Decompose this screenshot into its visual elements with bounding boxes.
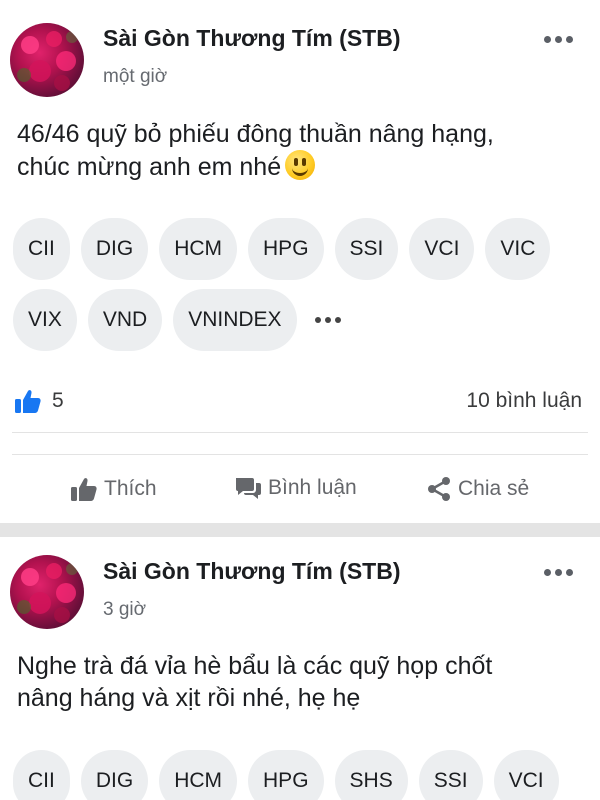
like-summary[interactable]: 5 [14,388,64,414]
news-feed: Sài Gòn Thương Tím (STB) một giờ 46/46 q… [0,0,600,800]
post-card: Sài Gòn Thương Tím (STB) 3 giờ Nghe trà … [0,537,600,800]
post-text-line: nâng háng và xịt rồi nhé, hẹ hẹ [17,684,361,712]
grinning-face-icon [285,150,316,180]
post-separator [0,523,600,537]
post-time[interactable]: 3 giờ [103,599,146,621]
comment-button-label: Bình luận [268,476,357,499]
stock-tag[interactable]: VIC [485,218,551,280]
more-options-icon[interactable] [538,557,578,587]
stock-tag[interactable]: SHS [334,750,408,800]
stock-tag[interactable]: CII [13,218,70,280]
stock-tag[interactable]: VCI [409,218,475,280]
post-text-line-with-emoji: chúc mừng anh em nhé [17,150,587,183]
more-options-icon[interactable] [538,24,578,54]
divider [12,432,588,433]
speech-bubbles-icon [236,478,261,499]
stock-tag[interactable]: HCM [159,218,238,280]
share-nodes-icon [428,477,450,501]
stock-tag[interactable]: VCI [493,750,559,800]
stock-tag[interactable]: VNINDEX [173,289,297,351]
stock-tag[interactable]: HCM [159,750,238,800]
stock-tag[interactable]: VND [87,289,163,351]
stock-tag[interactable]: CII [13,750,70,800]
post-text-line: chúc mừng anh em nhé [17,153,282,181]
post-time[interactable]: một giờ [103,66,167,88]
post-header: Sài Gòn Thương Tím (STB) 3 giờ [0,537,600,637]
more-tags-icon[interactable] [308,289,348,351]
stock-tag[interactable]: VIX [13,289,77,351]
post-body: 46/46 quỹ bỏ phiếu đông thuần nâng hạng,… [17,118,587,183]
like-count: 5 [52,389,64,412]
post-header: Sài Gòn Thương Tím (STB) một giờ [0,0,600,100]
stock-tag[interactable]: DIG [80,218,149,280]
stock-tag[interactable]: HPG [248,218,324,280]
author-name[interactable]: Sài Gòn Thương Tím (STB) [103,25,400,52]
share-button[interactable]: Chia sẻ [426,476,529,502]
comment-button[interactable]: Bình luận [234,476,357,500]
stock-tag-list: CII DIG HCM HPG SSI VCI VIC VIX VND VNIN… [13,218,590,351]
post-card: Sài Gòn Thương Tím (STB) một giờ 46/46 q… [0,0,600,523]
comment-count[interactable]: 10 bình luận [466,389,582,413]
stock-tag[interactable]: SSI [334,218,399,280]
like-button[interactable]: Thích [70,476,157,502]
stock-tag[interactable]: HPG [248,750,324,800]
stock-tag-list: CII DIG HCM HPG SHS SSI VCI [13,750,590,800]
stock-tag[interactable]: SSI [418,750,483,800]
thumbs-up-filled-icon [15,390,41,413]
author-name[interactable]: Sài Gòn Thương Tím (STB) [103,558,400,585]
author-avatar[interactable] [10,555,84,629]
stock-tag[interactable]: DIG [80,750,149,800]
post-text-line: 46/46 quỹ bỏ phiếu đông thuần nâng hạng, [17,120,494,148]
like-button-label: Thích [104,477,157,500]
post-stats: 5 10 bình luận [14,383,582,419]
post-text-line: Nghe trà đá vỉa hè bẩu là các quỹ họp ch… [17,652,493,680]
divider [12,454,588,455]
share-button-label: Chia sẻ [458,477,530,500]
post-actions: Thích Bình luận Chia sẻ [0,466,600,514]
post-body: Nghe trà đá vỉa hè bẩu là các quỹ họp ch… [17,650,587,714]
thumbs-up-icon [71,478,97,501]
author-avatar[interactable] [10,23,84,97]
